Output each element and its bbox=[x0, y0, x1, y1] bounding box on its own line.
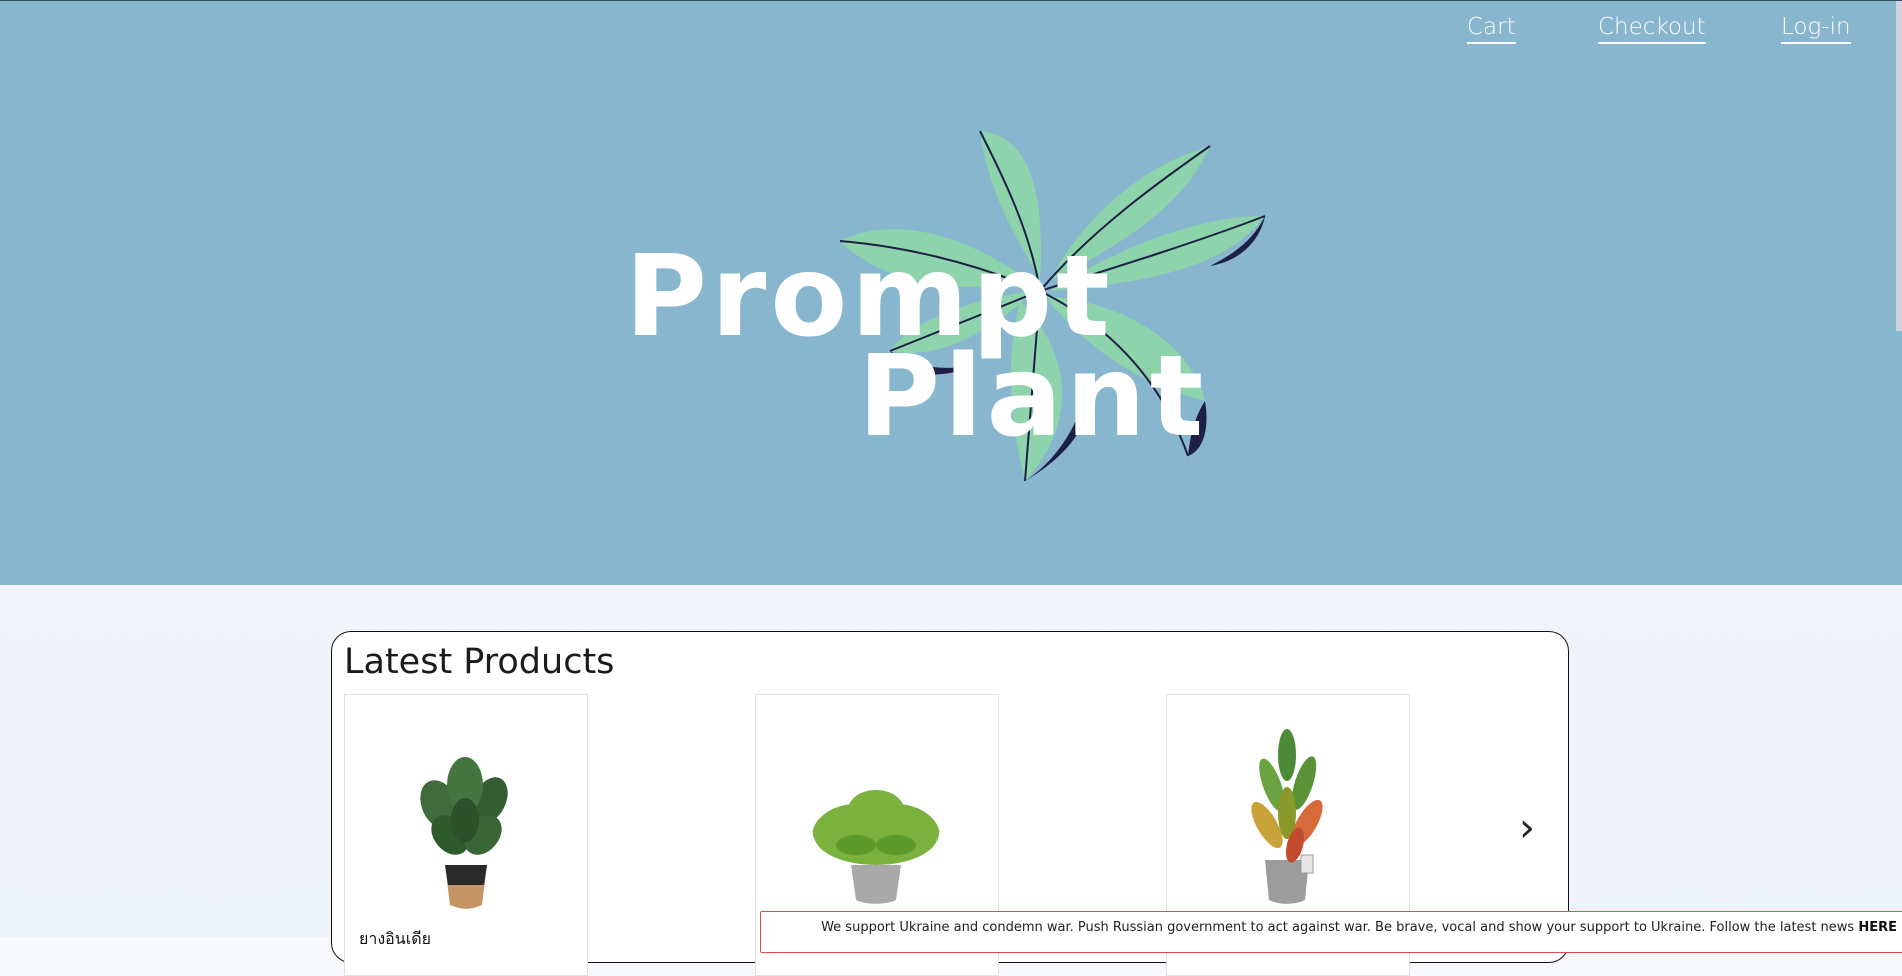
croton-plant-image bbox=[1251, 729, 1323, 904]
banner-message: We support Ukraine and condemn war. Push… bbox=[821, 920, 1855, 935]
boston-fern-image bbox=[812, 790, 940, 904]
carousel-next-button[interactable]: › bbox=[1512, 808, 1542, 848]
brand-word-plant: Plant bbox=[858, 332, 1208, 462]
checkout-link[interactable]: Checkout bbox=[1598, 13, 1706, 44]
product-card[interactable]: ยางอินเดีย bbox=[344, 694, 588, 976]
latest-products-title: Latest Products bbox=[344, 642, 615, 682]
product-name: ยางอินเดีย bbox=[359, 931, 431, 948]
banner-news-link[interactable]: HERE bbox=[1858, 920, 1897, 935]
login-link[interactable]: Log-in bbox=[1781, 13, 1851, 44]
hero-banner: Cart Checkout Log-in Prompt Plant bbox=[0, 0, 1902, 585]
banner-text: We support Ukraine and condemn war. Push… bbox=[821, 920, 1897, 935]
rubber-plant-image bbox=[420, 757, 508, 909]
top-nav: Cart Checkout Log-in bbox=[0, 13, 1902, 53]
ukraine-support-banner: We support Ukraine and condemn war. Push… bbox=[760, 911, 1902, 953]
page-scrollbar[interactable] bbox=[1896, 1, 1902, 331]
cart-link[interactable]: Cart bbox=[1467, 13, 1516, 44]
